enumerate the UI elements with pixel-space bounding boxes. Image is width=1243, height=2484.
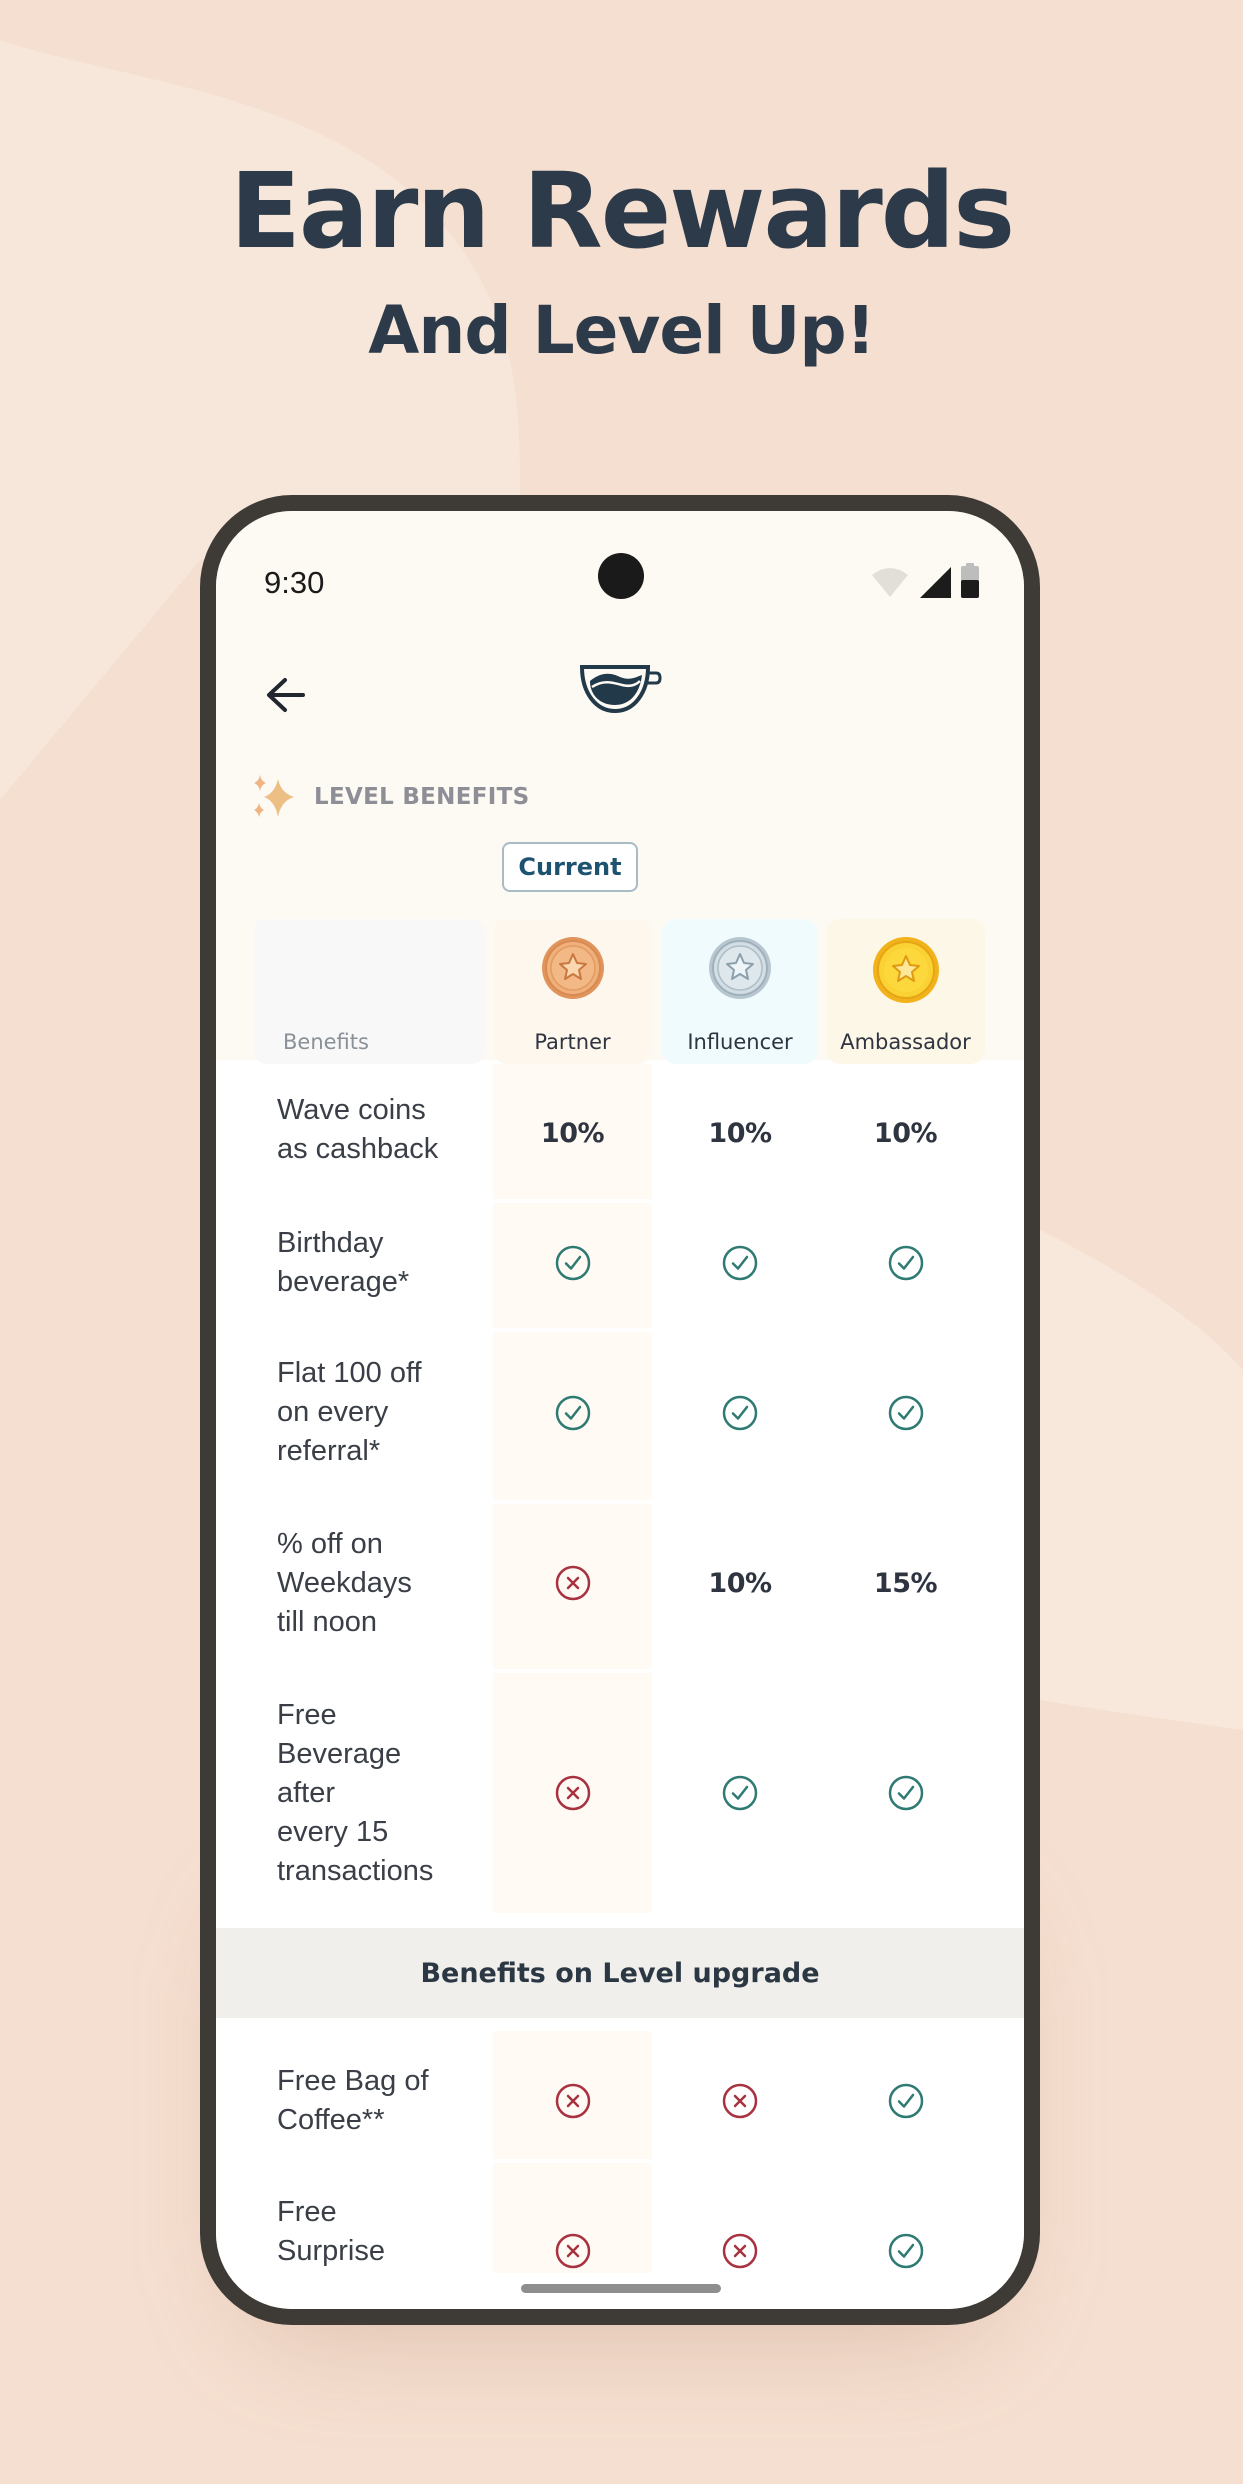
check-circle-icon (888, 2233, 923, 2269)
benefit-label-line: after (277, 1777, 336, 1809)
benefit-cell-partner (493, 1768, 652, 1818)
benefit-cell-ambassador (826, 1238, 985, 1288)
benefit-label-line: Free Bag of (277, 2065, 429, 2097)
benefit-label-line: beverage* (277, 1266, 410, 1298)
bronze-medal-icon (541, 937, 604, 999)
check-circle-icon (722, 1395, 758, 1431)
benefit-value: 10% (708, 1117, 772, 1149)
benefit-label: Flat 100 off on every referral* (277, 1354, 422, 1471)
wifi-icon (872, 568, 908, 597)
benefit-label-line: Coffee** (277, 2104, 385, 2136)
check-circle-icon (722, 1775, 758, 1811)
silver-medal-icon (709, 937, 771, 999)
benefit-label-line: Weekdays (277, 1567, 412, 1599)
x-circle-icon (555, 2233, 590, 2269)
benefit-cell-influencer: 10% (662, 1558, 818, 1608)
benefit-cell-partner (493, 2226, 652, 2276)
check-circle-icon (888, 2083, 923, 2119)
column-header-influencer[interactable]: Influencer (662, 919, 818, 1064)
check-circle-icon (888, 1395, 923, 1431)
benefit-cell-ambassador: 10% (826, 1108, 985, 1158)
benefit-cell-influencer: 10% (662, 1108, 818, 1158)
benefit-cell-influencer (662, 1768, 818, 1818)
check-circle-icon (555, 1245, 590, 1281)
camera-cutout (598, 553, 644, 599)
benefit-label-line: Wave coins (277, 1094, 426, 1126)
headline-title: Earn Rewards (229, 150, 1015, 272)
benefit-cell-influencer (662, 1238, 818, 1288)
benefit-cell-partner (493, 2076, 652, 2126)
benefit-label: Wave coins as cashback (277, 1091, 438, 1169)
benefit-value: 10% (708, 1567, 772, 1599)
benefit-label-line: Surprise (277, 2235, 385, 2267)
benefit-value: 10% (873, 1117, 938, 1149)
benefit-cell-partner (493, 1388, 652, 1438)
level-benefits-title: LEVEL BENEFITS (314, 784, 530, 810)
check-circle-icon (555, 1395, 590, 1431)
column-header-benefits: Benefits (253, 919, 485, 1064)
benefit-label: Free Surprise (277, 2193, 385, 2271)
x-circle-icon (555, 2083, 590, 2119)
check-circle-icon (722, 1245, 758, 1281)
benefit-label: Birthday beverage* (277, 1224, 409, 1302)
current-tier-badge: Current (502, 842, 638, 892)
benefit-cell-ambassador: 15% (826, 1558, 985, 1608)
coffee-cup-wave-logo (579, 665, 662, 714)
column-header-partner[interactable]: Partner (493, 919, 652, 1064)
gold-medal-icon (872, 937, 939, 1003)
back-button[interactable] (262, 673, 306, 717)
signal-icon (920, 567, 951, 598)
x-circle-icon (722, 2083, 758, 2119)
check-circle-icon (888, 1775, 923, 1811)
column-header-label: Benefits (283, 1030, 369, 1054)
benefit-label: % off on Weekdays till noon (277, 1525, 412, 1642)
column-header-ambassador[interactable]: Ambassador (826, 919, 985, 1064)
benefit-label-line: as cashback (277, 1133, 439, 1165)
upgrade-section-header: Benefits on Level upgrade (216, 1928, 1024, 2018)
benefit-label-line: on every (277, 1396, 389, 1428)
benefit-cell-influencer (662, 2226, 818, 2276)
headline-subtitle: And Level Up! (368, 292, 875, 369)
benefit-cell-ambassador (826, 2076, 985, 2126)
benefit-label-line: Free (277, 1699, 337, 1731)
x-circle-icon (722, 2233, 758, 2269)
benefit-label-line: % off on (277, 1528, 383, 1560)
battery-icon (961, 563, 979, 598)
column-header-label: Influencer (687, 1030, 793, 1054)
x-circle-icon (555, 1775, 590, 1811)
benefit-cell-partner (493, 1238, 652, 1288)
check-circle-icon (888, 1245, 923, 1281)
benefit-label-line: referral* (277, 1435, 381, 1467)
benefit-cell-ambassador (826, 1768, 985, 1818)
benefit-cell-influencer (662, 1388, 818, 1438)
benefit-label-line: till noon (277, 1606, 377, 1638)
sparkles-icon (254, 775, 294, 817)
app-screen: 9:30 LEVEL BENEFITS Current Benefits Par… (216, 511, 1024, 2309)
benefit-label: Free Bag of Coffee** (277, 2062, 429, 2140)
benefit-label-line: Free (277, 2196, 337, 2228)
status-time: 9:30 (264, 565, 325, 600)
benefit-label-line: transactions (277, 1855, 434, 1887)
benefit-cell-influencer (662, 2076, 818, 2126)
home-indicator[interactable] (521, 2284, 721, 2293)
column-header-label: Partner (534, 1030, 611, 1054)
arrow-left-icon (267, 678, 305, 712)
status-icons (870, 563, 980, 599)
benefit-label: Free Beverage after every 15 transactions (277, 1696, 433, 1891)
benefit-cell-ambassador (826, 1388, 985, 1438)
benefit-cell-partner: 10% (493, 1108, 652, 1158)
benefit-value: 10% (540, 1117, 605, 1149)
benefit-label-line: Flat 100 off (277, 1357, 422, 1389)
level-benefits-heading: LEVEL BENEFITS (250, 773, 529, 821)
x-circle-icon (555, 1565, 590, 1601)
benefit-label-line: every 15 (277, 1816, 389, 1848)
column-header-label: Ambassador (840, 1030, 971, 1054)
benefit-value: 15% (873, 1567, 938, 1599)
benefit-cell-ambassador (826, 2226, 985, 2276)
benefit-label-line: Birthday (277, 1227, 384, 1259)
benefit-label-line: Beverage (277, 1738, 402, 1770)
phone-frame: 9:30 LEVEL BENEFITS Current Benefits Par… (200, 495, 1040, 2325)
benefit-cell-partner (493, 1558, 652, 1608)
